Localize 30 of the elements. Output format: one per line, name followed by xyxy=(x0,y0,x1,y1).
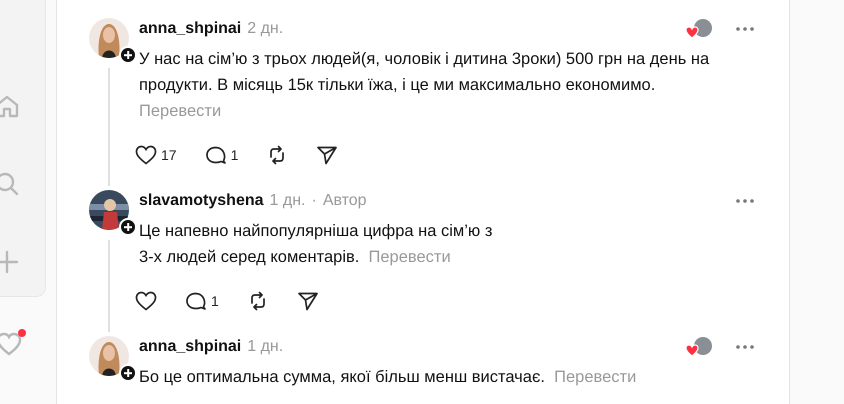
send-icon xyxy=(316,145,338,165)
speech-bubble-icon xyxy=(185,291,207,311)
heart-icon xyxy=(135,145,157,165)
send-icon xyxy=(296,291,319,311)
follow-icon[interactable] xyxy=(119,46,137,64)
follow-icon[interactable] xyxy=(119,218,137,236)
username[interactable]: anna_shpinai xyxy=(139,20,242,38)
follow-icon[interactable] xyxy=(119,364,137,382)
username[interactable]: slavamotyshena xyxy=(139,192,264,210)
username[interactable]: anna_shpinai xyxy=(139,338,242,356)
reply-button[interactable]: 1 xyxy=(198,141,244,169)
avatar[interactable] xyxy=(89,18,129,58)
more-icon[interactable] xyxy=(735,26,755,32)
comment-text: Бо це оптимальна сумма, якої більш менш вистачає. Перевести xyxy=(139,367,638,388)
speech-bubble-icon xyxy=(204,145,227,165)
comment-text: Це напевно найпопулярніша цифра на сім’ю з 3-х людей серед коментарів. Перевести xyxy=(139,221,494,268)
comment-text: У нас на сім’ю з трьох людей(я, чоловік і дитина 3роки) 500 грн на день на продукти. В місяць 15к тільки їжа, і це ми максимально економимо. Перевести xyxy=(139,49,710,122)
like-button[interactable]: 17 xyxy=(129,141,183,169)
reply-button[interactable]: 1 xyxy=(179,287,225,315)
heart-icon xyxy=(135,291,157,311)
heart-icon[interactable] xyxy=(0,331,24,357)
author-label: Автор xyxy=(322,192,367,210)
separator-dot: · xyxy=(311,192,317,210)
more-icon[interactable] xyxy=(735,198,755,204)
timestamp: 1 дн. xyxy=(247,338,284,356)
avatar[interactable] xyxy=(89,336,129,376)
timestamp: 1 дн. xyxy=(270,192,306,210)
timestamp: 2 дн. xyxy=(247,20,284,38)
more-icon[interactable] xyxy=(735,344,755,350)
avatar[interactable] xyxy=(89,190,129,230)
